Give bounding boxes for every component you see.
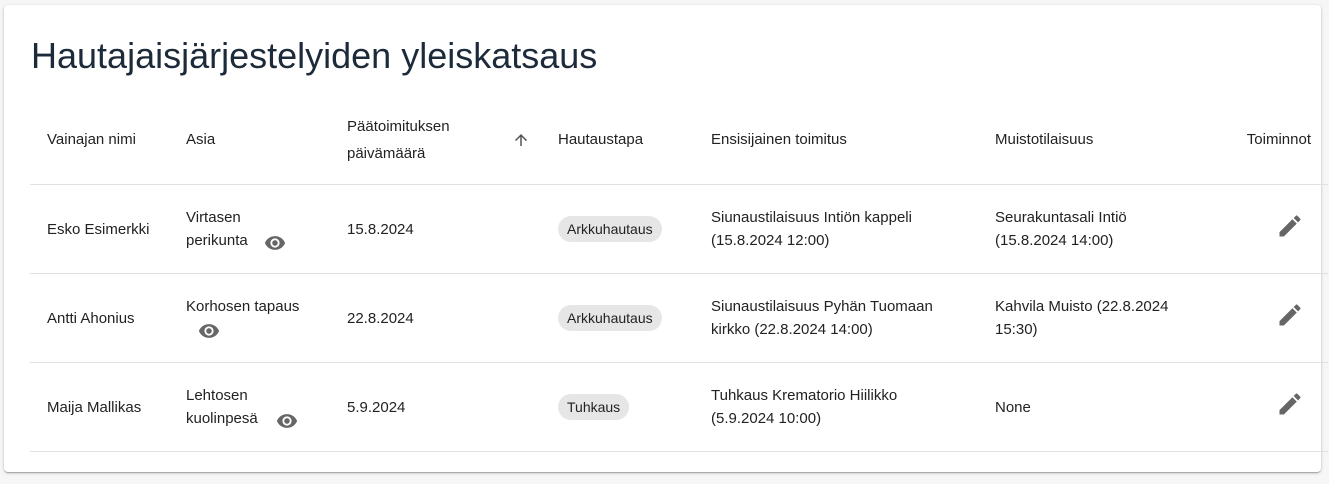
header-main-date[interactable]: Päätoimituksen päivämäärä [330, 95, 541, 185]
cell-deceased-name: Esko Esimerkki [30, 184, 169, 274]
header-primary-service[interactable]: Ensisijainen toimitus [694, 95, 978, 185]
cell-burial-type: Tuhkaus [541, 362, 694, 452]
header-case[interactable]: Asia [169, 95, 330, 185]
burial-type-chip: Arkkuhautaus [558, 305, 662, 331]
eye-icon[interactable] [198, 320, 220, 342]
header-main-date-label: Päätoimituksen päivämäärä [347, 117, 450, 162]
cell-main-date: 22.8.2024 [330, 273, 541, 363]
cell-memorial: Kahvila Muisto (22.8.2024 15:30) [978, 273, 1193, 363]
case-label: Virtasen perikunta [186, 209, 248, 249]
pencil-edit-icon[interactable] [1276, 212, 1304, 240]
table-row: Antti Ahonius Korhosen tapaus 22.8.2024 … [30, 273, 1328, 363]
cell-main-date: 5.9.2024 [330, 362, 541, 452]
table-row: Esko Esimerkki Virtasen perikunta 15.8.2… [30, 184, 1328, 274]
cell-primary-service: Siunaustilaisuus Intiön kappeli (15.8.20… [694, 184, 978, 274]
header-memorial[interactable]: Muistotilaisuus [978, 95, 1193, 185]
cell-actions [1193, 273, 1328, 363]
cell-deceased-name: Maija Mallikas [30, 362, 169, 452]
burial-type-chip: Arkkuhautaus [558, 216, 662, 242]
cell-actions [1193, 362, 1328, 452]
cell-memorial: None [978, 362, 1193, 452]
page-title: Hautajaisjärjestelyiden yleiskatsaus [31, 35, 598, 76]
case-label: Lehtosen kuolinpesä [186, 387, 258, 427]
case-label: Korhosen tapaus [186, 297, 300, 315]
cell-burial-type: Arkkuhautaus [541, 184, 694, 274]
cell-actions [1193, 184, 1328, 274]
cell-primary-service: Siunaustilaisuus Pyhän Tuomaan kirkko (2… [694, 273, 978, 363]
header-actions: Toiminnot [1193, 95, 1328, 185]
cell-case: Lehtosen kuolinpesä [169, 362, 330, 452]
cell-case: Korhosen tapaus [169, 273, 330, 363]
cell-case: Virtasen perikunta [169, 184, 330, 274]
cell-deceased-name: Antti Ahonius [30, 273, 169, 363]
eye-icon[interactable] [264, 232, 286, 254]
cell-memorial: Seurakuntasali Intiö (15.8.2024 14:00) [978, 184, 1193, 274]
cell-primary-service: Tuhkaus Krematorio Hiilikko (5.9.2024 10… [694, 362, 978, 452]
table-row: Maija Mallikas Lehtosen kuolinpesä 5.9.2… [30, 362, 1328, 452]
eye-icon[interactable] [276, 410, 298, 432]
overview-card: Hautajaisjärjestelyiden yleiskatsaus Vai… [4, 5, 1328, 472]
pencil-edit-icon[interactable] [1276, 301, 1304, 329]
pencil-edit-icon[interactable] [1276, 390, 1304, 418]
header-deceased-name[interactable]: Vainajan nimi [30, 95, 169, 185]
arrow-upward-icon[interactable] [512, 131, 530, 149]
cell-burial-type: Arkkuhautaus [541, 273, 694, 363]
cell-main-date: 15.8.2024 [330, 184, 541, 274]
table-header-row: Vainajan nimi Asia Päätoimituksen päiväm… [30, 95, 1328, 185]
arrangements-table: Vainajan nimi Asia Päätoimituksen päiväm… [30, 95, 1328, 452]
burial-type-chip: Tuhkaus [558, 394, 630, 420]
header-burial-type[interactable]: Hautaustapa [541, 95, 694, 185]
